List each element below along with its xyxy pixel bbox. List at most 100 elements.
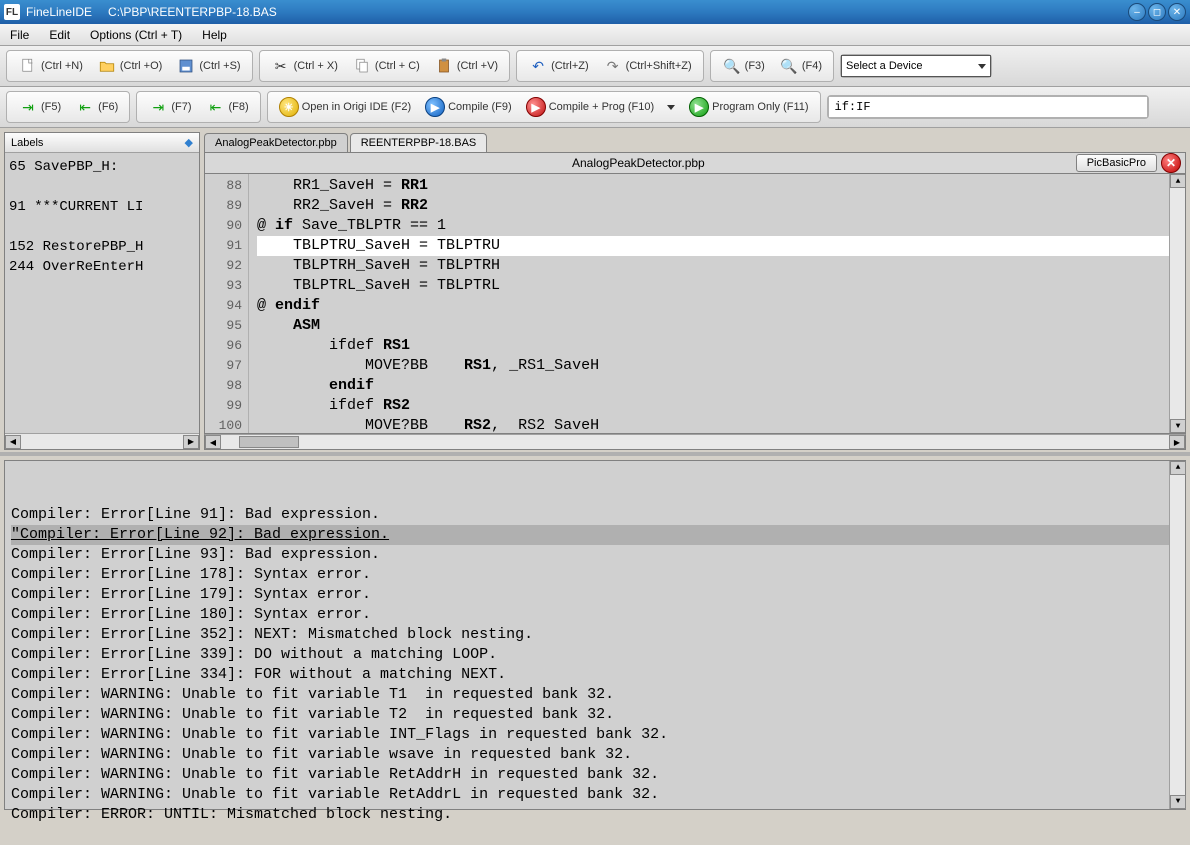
code-line[interactable]: ASM (257, 316, 1169, 336)
code-line[interactable]: endif (257, 376, 1169, 396)
output-line[interactable]: Compiler: Error[Line 334]: FOR without a… (11, 665, 1179, 685)
new-button[interactable]: (Ctrl +N) (13, 53, 88, 79)
document-header: AnalogPeakDetector.pbp PicBasicPro ✕ (204, 152, 1186, 174)
output-line[interactable]: Compiler: WARNING: Unable to fit variabl… (11, 745, 1179, 765)
find-next-button[interactable]: 🔍 (F4) (774, 53, 827, 79)
compiler-output[interactable]: Compiler: Error[Line 91]: Bad expression… (4, 460, 1186, 810)
menu-help[interactable]: Help (198, 26, 231, 44)
code-line[interactable]: ifdef RS1 (257, 336, 1169, 356)
output-line[interactable]: Compiler: WARNING: Unable to fit variabl… (11, 705, 1179, 725)
main-area: Labels ◆ 65 SavePBP_H: 91 ***CURRENT LI … (0, 128, 1190, 456)
editor-vscroll[interactable]: ▲ ▼ (1169, 174, 1185, 433)
labels-list-item[interactable] (9, 217, 195, 237)
code-line[interactable]: TBLPTRL_SaveH = TBLPTRL (257, 276, 1169, 296)
labels-list-item[interactable] (9, 177, 195, 197)
labels-list-item[interactable]: 244 OverReEnterH (9, 257, 195, 277)
comment-icon: ⇥ (148, 97, 168, 117)
code-line[interactable]: MOVE?BB RS1, _RS1_SaveH (257, 356, 1169, 376)
hscroll-thumb[interactable] (239, 436, 299, 448)
device-select[interactable]: Select a Device (841, 55, 991, 77)
code-line[interactable]: @ if Save_TBLPTR == 1 (257, 216, 1169, 236)
output-line[interactable]: Compiler: Error[Line 91]: Bad expression… (11, 505, 1179, 525)
labels-list[interactable]: 65 SavePBP_H: 91 ***CURRENT LI 152 Resto… (5, 153, 199, 433)
output-line[interactable]: Compiler: ERROR: UNTIL: Mismatched block… (11, 805, 1179, 825)
f7-button[interactable]: ⇥ (F7) (143, 94, 196, 120)
code-line[interactable]: TBLPTRH_SaveH = TBLPTRH (257, 256, 1169, 276)
f8-button[interactable]: ⇤ (F8) (201, 94, 254, 120)
code-line[interactable]: RR1_SaveH = RR1 (257, 176, 1169, 196)
output-line[interactable]: Compiler: Error[Line 178]: Syntax error. (11, 565, 1179, 585)
open-button[interactable]: (Ctrl +O) (92, 53, 167, 79)
redo-button[interactable]: ↷ (Ctrl+Shift+Z) (598, 53, 697, 79)
compile-button[interactable]: ▶ Compile (F9) (420, 94, 517, 120)
f6-button[interactable]: ⇤ (F6) (70, 94, 123, 120)
if-expression-input[interactable]: if:IF (828, 96, 1148, 118)
labels-list-item[interactable]: 91 ***CURRENT LI (9, 197, 195, 217)
tabs-row: AnalogPeakDetector.pbpREENTERPBP-18.BAS (204, 132, 1186, 152)
menu-file[interactable]: File (6, 26, 33, 44)
chevron-down-icon[interactable] (663, 101, 675, 113)
output-line[interactable]: Compiler: WARNING: Unable to fit variabl… (11, 725, 1179, 745)
output-line[interactable]: Compiler: WARNING: Unable to fit variabl… (11, 765, 1179, 785)
scroll-left-icon[interactable]: ◀ (205, 435, 221, 449)
scissors-icon: ✂ (271, 56, 291, 76)
open-orig-ide-button[interactable]: ☀ Open in Origi IDE (F2) (274, 94, 416, 120)
scroll-right-icon[interactable]: ▶ (1169, 435, 1185, 449)
output-line[interactable]: Compiler: Error[Line 339]: DO without a … (11, 645, 1179, 665)
close-button[interactable]: ✕ (1168, 3, 1186, 21)
uncomment-icon: ⇤ (206, 97, 226, 117)
minimize-button[interactable]: ‒ (1128, 3, 1146, 21)
clipboard-icon (434, 56, 454, 76)
undo-button[interactable]: ↶ (Ctrl+Z) (523, 53, 594, 79)
code-content[interactable]: RR1_SaveH = RR1 RR2_SaveH = RR2@ if Save… (249, 174, 1169, 433)
labels-list-item[interactable]: 152 RestorePBP_H (9, 237, 195, 257)
output-vscroll[interactable]: ▲ ▼ (1169, 461, 1185, 809)
find-button[interactable]: 🔍 (F3) (717, 53, 770, 79)
tab[interactable]: REENTERPBP-18.BAS (350, 133, 488, 152)
scroll-down-icon[interactable]: ▼ (1170, 795, 1186, 809)
code-line[interactable]: @ endif (257, 296, 1169, 316)
labels-dropdown[interactable]: Labels ◆ (5, 133, 199, 153)
output-line[interactable]: Compiler: Error[Line 179]: Syntax error. (11, 585, 1179, 605)
tab[interactable]: AnalogPeakDetector.pbp (204, 133, 348, 152)
menu-edit[interactable]: Edit (45, 26, 74, 44)
file-path: C:\PBP\REENTERPBP-18.BAS (108, 5, 1128, 19)
compile-prog-button[interactable]: ▶ Compile + Prog (F10) (521, 94, 680, 120)
code-line[interactable]: TBLPTRU_SaveH = TBLPTRU (257, 236, 1169, 256)
close-document-button[interactable]: ✕ (1161, 153, 1181, 173)
output-line[interactable]: Compiler: WARNING: Unable to fit variabl… (11, 785, 1179, 805)
scroll-down-icon[interactable]: ▼ (1170, 419, 1186, 433)
scroll-right-icon[interactable]: ▶ (183, 435, 199, 449)
program-only-button[interactable]: ▶ Program Only (F11) (684, 94, 813, 120)
toolbar-row-1: (Ctrl +N) (Ctrl +O) (Ctrl +S) ✂ (Ctrl + … (0, 46, 1190, 87)
editor-hscroll[interactable]: ◀ ▶ (204, 434, 1186, 450)
output-line[interactable]: Compiler: Error[Line 180]: Syntax error. (11, 605, 1179, 625)
output-line[interactable]: "Compiler: Error[Line 92]: Bad expressio… (11, 525, 1179, 545)
sidebar-hscroll[interactable]: ◀ ▶ (5, 433, 199, 449)
copy-button[interactable]: (Ctrl + C) (347, 53, 425, 79)
labels-list-item[interactable]: 65 SavePBP_H: (9, 157, 195, 177)
cut-button[interactable]: ✂ (Ctrl + X) (266, 53, 343, 79)
code-line[interactable]: MOVE?BB RS2, RS2 SaveH (257, 416, 1169, 434)
output-line[interactable]: Compiler: Error[Line 352]: NEXT: Mismatc… (11, 625, 1179, 645)
output-line[interactable]: Compiler: WARNING: Unable to fit variabl… (11, 685, 1179, 705)
outdent-icon: ⇤ (75, 97, 95, 117)
f5-button[interactable]: ⇥ (F5) (13, 94, 66, 120)
maximize-button[interactable]: ◻ (1148, 3, 1166, 21)
save-button[interactable]: (Ctrl +S) (171, 53, 245, 79)
code-line[interactable]: RR2_SaveH = RR2 (257, 196, 1169, 216)
scroll-up-icon[interactable]: ▲ (1170, 461, 1186, 475)
language-badge[interactable]: PicBasicPro (1076, 154, 1157, 172)
diamond-icon: ◆ (185, 136, 193, 149)
redo-icon: ↷ (603, 56, 623, 76)
copy-icon (352, 56, 372, 76)
open-folder-icon (97, 56, 117, 76)
scroll-left-icon[interactable]: ◀ (5, 435, 21, 449)
menu-options[interactable]: Options (Ctrl + T) (86, 26, 186, 44)
code-editor[interactable]: 888990919293949596979899100 RR1_SaveH = … (204, 174, 1186, 434)
paste-button[interactable]: (Ctrl +V) (429, 53, 503, 79)
scroll-up-icon[interactable]: ▲ (1170, 174, 1186, 188)
app-title: FineLineIDE (26, 5, 92, 19)
output-line[interactable]: Compiler: Error[Line 93]: Bad expression… (11, 545, 1179, 565)
code-line[interactable]: ifdef RS2 (257, 396, 1169, 416)
